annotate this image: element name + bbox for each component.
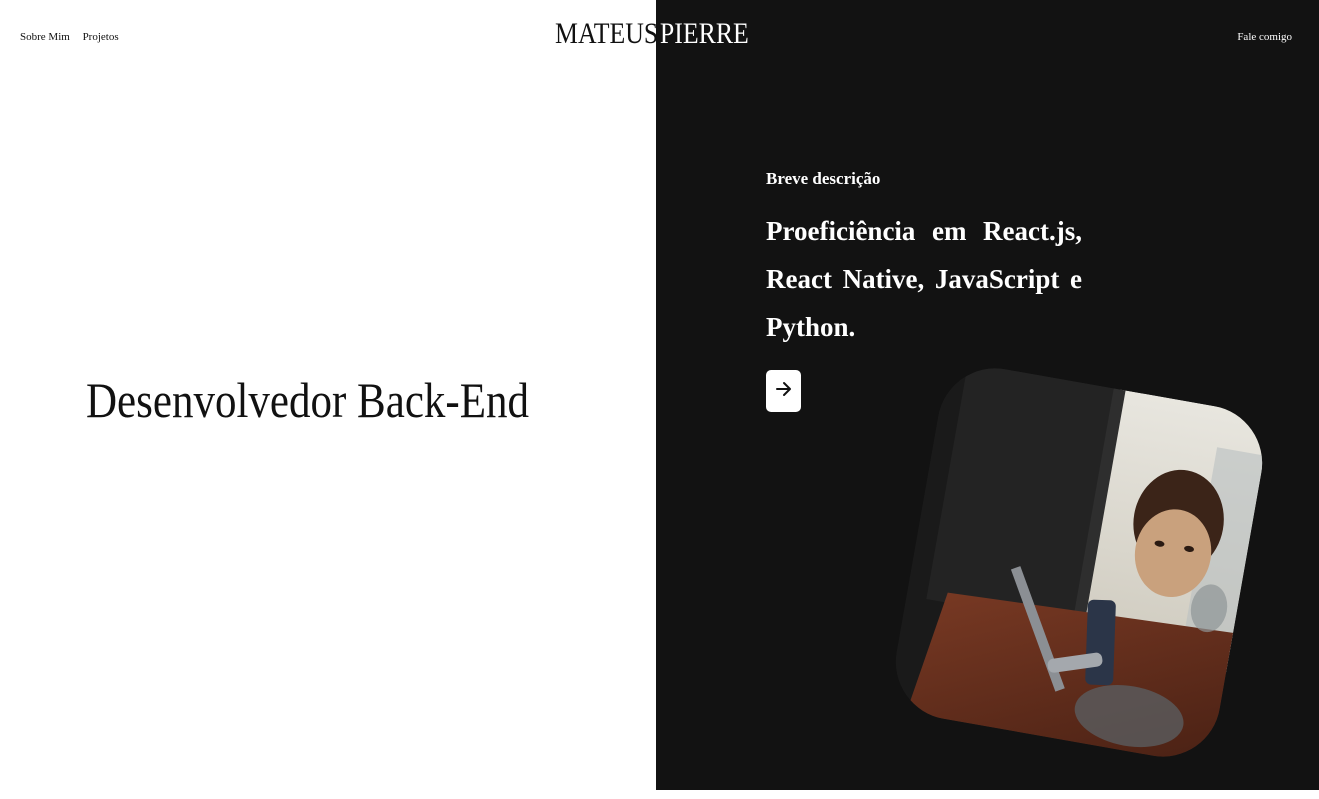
nav-link-projetos[interactable]: Projetos [83,31,119,43]
hero-title: Desenvolvedor Back-End [86,372,530,428]
description-label: Breve descrição [766,169,881,188]
logo-last-name: PIERRE [659,17,749,50]
site-logo[interactable]: MATEUSPIERRE [555,16,749,52]
arrow-right-icon [774,379,794,404]
next-button[interactable] [766,370,801,412]
description-text: Proeficiência em React.js, React Native,… [766,216,1082,342]
nav-link-sobre-mim[interactable]: Sobre Mim [20,31,70,43]
contact-link[interactable]: Fale comigo [1237,31,1292,43]
logo-first-name: MATEUS [555,17,659,50]
profile-photo [886,359,1272,766]
primary-nav: Sobre Mim Projetos [20,31,129,43]
